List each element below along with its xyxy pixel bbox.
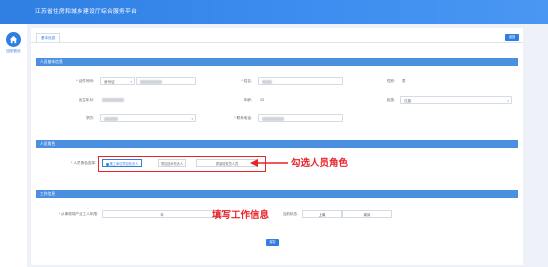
work-years-label: * 从事现场产业工人年限:	[58, 212, 98, 216]
radio-checked-icon	[105, 162, 109, 166]
education-redacted	[104, 117, 118, 121]
role-option-label: 项目技术负责人	[160, 162, 184, 166]
id-type-label: * 证件号码:	[76, 79, 94, 83]
status-off-duty[interactable]: 离岗	[342, 210, 392, 218]
home-button[interactable]	[6, 32, 21, 47]
ethnicity-label: 民族:	[386, 98, 395, 102]
annotation-fill-work: 填写工作信息	[212, 210, 270, 221]
status-on-duty[interactable]: 上岗	[302, 210, 342, 218]
phone-label: * 联系电话:	[234, 116, 252, 120]
tab-divider	[31, 42, 523, 43]
section-work-header: 工作信息	[36, 190, 518, 198]
phone-input[interactable]	[258, 114, 343, 122]
annotation-select-role: 勾选人员角色	[291, 158, 349, 169]
app-header: 江苏省住房和城乡建设厅综合服务平台	[0, 0, 548, 24]
name-input[interactable]	[258, 77, 343, 85]
home-icon	[9, 35, 18, 44]
birth-label: 出生年月:	[78, 98, 94, 102]
home-label[interactable]: 回到首页	[0, 49, 27, 54]
role-option-label: 施工单位项目负责人	[109, 162, 139, 166]
section-role-header: 人员角色	[36, 140, 518, 148]
education-label: 学历:	[85, 116, 94, 120]
role-select-label: * 人员角色选择:	[71, 161, 96, 165]
back-button[interactable]: 返回	[505, 34, 519, 41]
name-label: * 姓名:	[241, 79, 252, 83]
id-number-input[interactable]	[136, 77, 196, 85]
phone-redacted	[262, 117, 284, 121]
id-type-select[interactable]: 身份证 ▾	[100, 77, 135, 85]
birth-redacted	[102, 98, 124, 102]
age-value: 33	[260, 98, 264, 102]
chevron-down-icon: ▾	[130, 80, 132, 84]
age-label: 年龄:	[243, 98, 252, 102]
role-option-tech-leader[interactable]: 项目技术负责人	[158, 159, 186, 167]
tab-basic-info[interactable]: 基本信息	[36, 33, 61, 42]
gender-value: 男	[402, 79, 406, 83]
education-select[interactable]: ▾	[100, 114, 196, 122]
role-option-construction-leader[interactable]: 施工单位项目负责人	[102, 159, 142, 167]
name-redacted	[262, 80, 272, 84]
role-option-label: 质量检查员人员	[215, 162, 239, 166]
work-years-input[interactable]: 年	[102, 210, 222, 218]
work-years-unit: 年	[160, 212, 164, 217]
id-number-redacted	[140, 80, 162, 84]
ethnicity-select[interactable]: 汉族 ▾	[400, 96, 512, 104]
role-option-quality-inspector[interactable]: 质量检查员人员	[196, 159, 258, 167]
app-title: 江苏省住房和城乡建设厅综合服务平台	[35, 9, 137, 15]
save-button[interactable]: 保存	[266, 239, 279, 246]
arrow-left-icon	[250, 159, 288, 167]
sidebar: 回到首页	[0, 24, 27, 267]
ethnicity-value: 汉族	[404, 98, 412, 103]
id-type-value: 身份证	[104, 79, 115, 84]
chevron-down-icon: ▾	[507, 99, 509, 103]
chevron-down-icon: ▾	[191, 117, 193, 121]
status-label: 当前状态:	[282, 212, 298, 216]
gender-label: 性别:	[386, 79, 395, 83]
section-basic-info-header: 人员基本信息	[36, 58, 518, 66]
